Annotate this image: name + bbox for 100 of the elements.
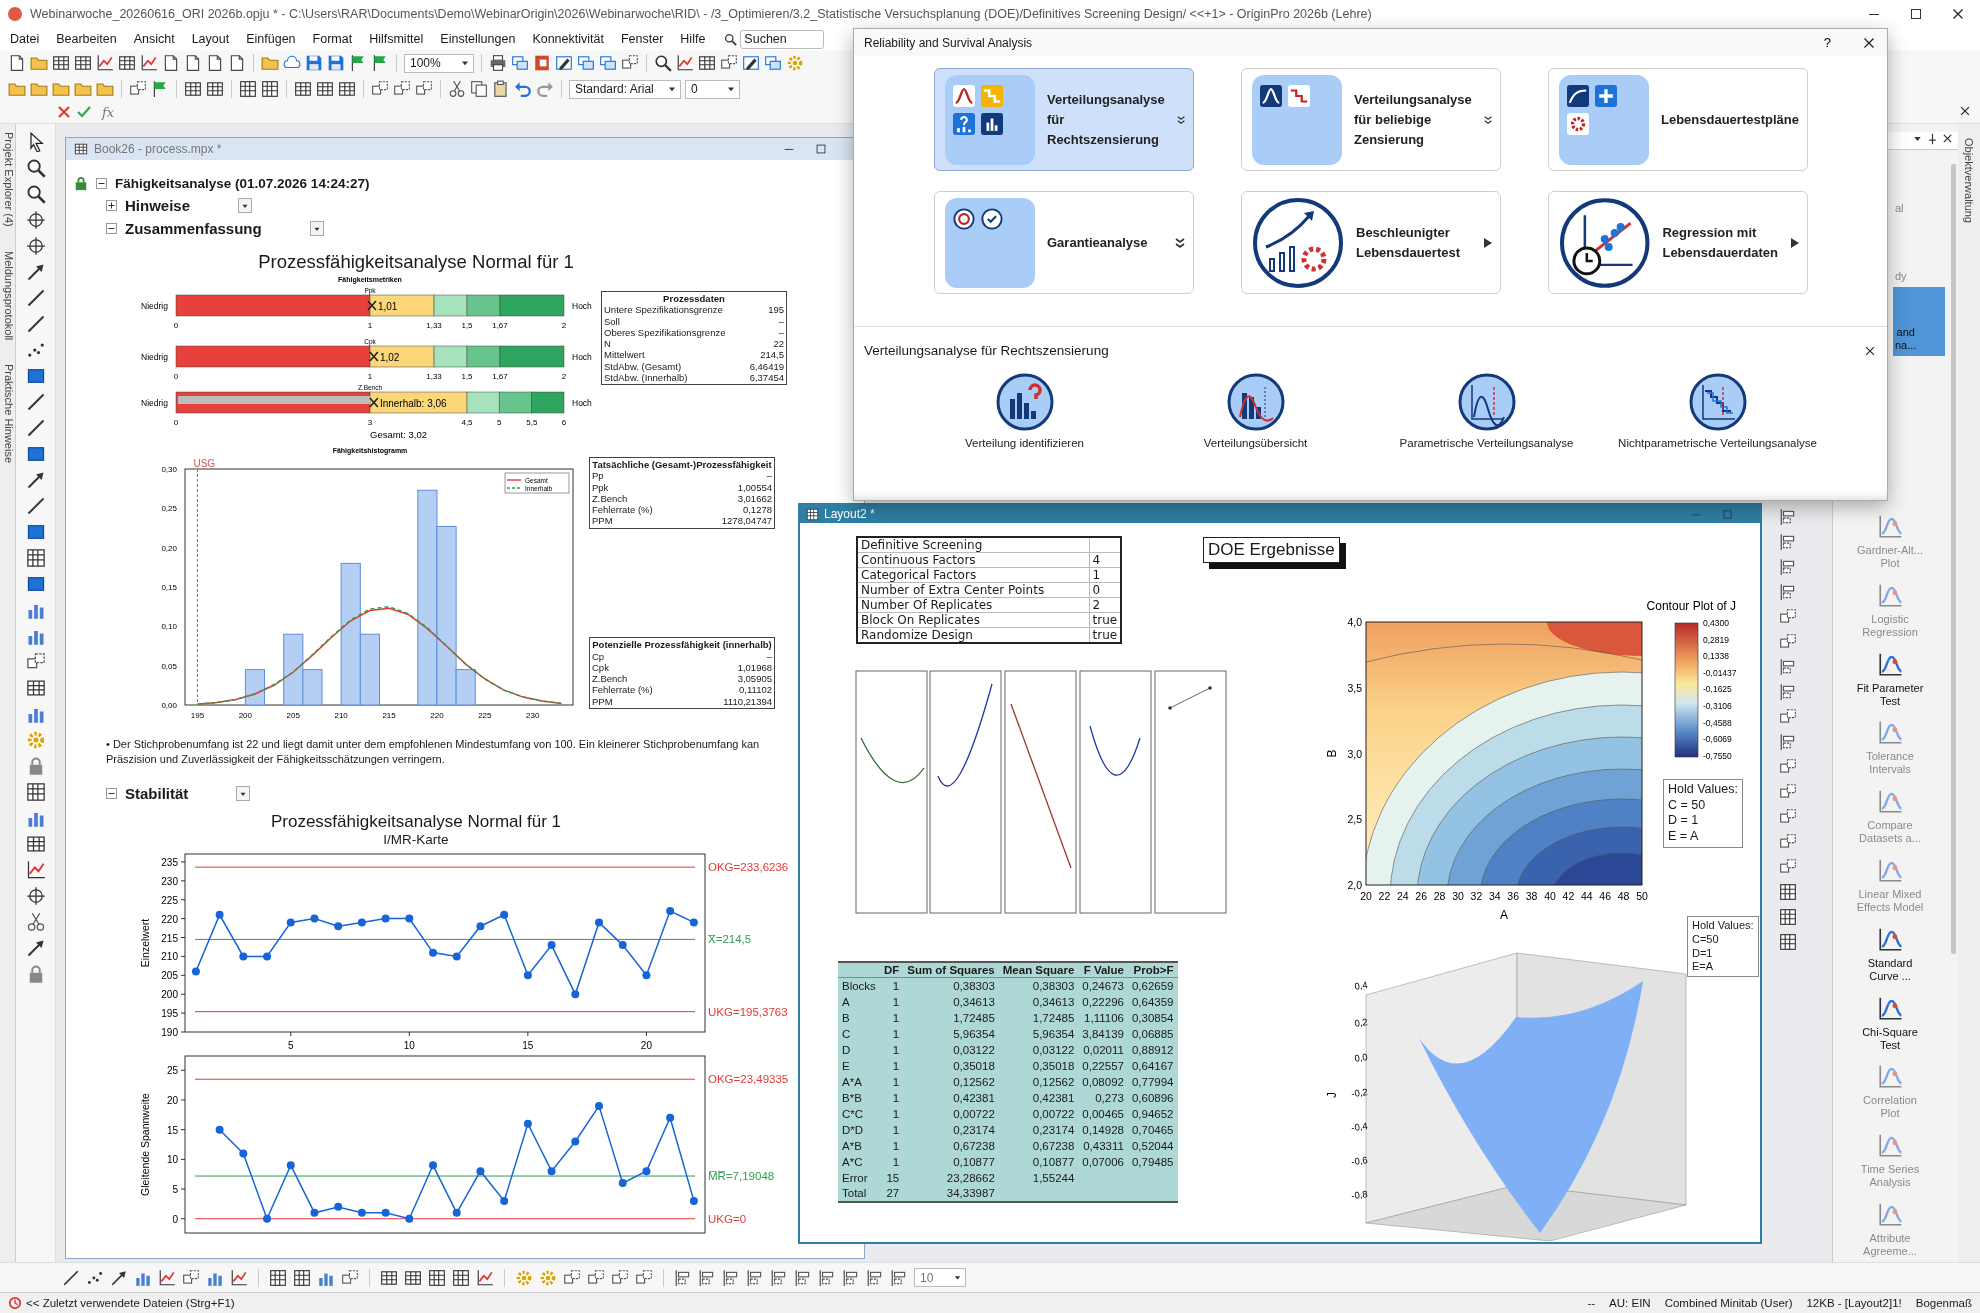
collapse-icon[interactable] — [106, 223, 117, 234]
search-field[interactable]: Suchen — [740, 29, 825, 49]
layers-icon[interactable] — [587, 1268, 605, 1287]
folder-icon[interactable] — [30, 80, 48, 98]
document-icon[interactable] — [8, 54, 26, 72]
redo-icon[interactable] — [536, 80, 554, 98]
align-icon[interactable] — [866, 1268, 884, 1287]
align-icon[interactable] — [1779, 733, 1797, 751]
grid-icon[interactable] — [261, 80, 279, 98]
menu-item[interactable]: Fenster — [620, 32, 664, 46]
arrow-icon[interactable] — [25, 262, 46, 282]
table-icon[interactable] — [698, 54, 716, 72]
menu-item[interactable]: Format — [312, 32, 353, 46]
align-icon[interactable] — [1779, 583, 1797, 601]
menu-item[interactable]: Hilfsmittel — [369, 32, 424, 46]
font-dropdown[interactable]: Standard: Arial — [569, 79, 681, 99]
windows-icon[interactable] — [577, 54, 595, 72]
table-icon[interactable] — [294, 80, 312, 98]
folder-icon[interactable] — [8, 80, 26, 98]
grid-icon[interactable] — [269, 1268, 287, 1287]
align-icon[interactable] — [1779, 558, 1797, 576]
align-icon[interactable] — [818, 1268, 836, 1287]
line-icon[interactable] — [62, 1268, 80, 1287]
save-icon[interactable] — [305, 54, 323, 72]
rectangle-icon[interactable] — [25, 522, 46, 542]
document-icon[interactable] — [184, 54, 202, 72]
font-size-dropdown[interactable]: 0 — [685, 79, 740, 99]
layers-icon[interactable] — [415, 80, 433, 98]
menu-item[interactable]: Konnektivität — [532, 32, 604, 46]
grid-icon[interactable] — [1779, 933, 1797, 951]
table-icon[interactable] — [25, 834, 46, 854]
zoom-icon[interactable] — [25, 184, 46, 204]
close-icon[interactable] — [1941, 132, 1954, 145]
align-icon[interactable] — [698, 1268, 716, 1287]
layers-icon[interactable] — [129, 80, 147, 98]
line-chart-icon[interactable] — [140, 54, 158, 72]
align-icon[interactable] — [1779, 683, 1797, 701]
app-item[interactable]: Chi-Square Test — [1833, 986, 1947, 1056]
align-icon[interactable] — [746, 1268, 764, 1287]
table-icon[interactable] — [316, 80, 334, 98]
cancel-icon[interactable] — [56, 104, 72, 120]
check-icon[interactable] — [76, 104, 92, 120]
layers-icon[interactable] — [1779, 833, 1797, 851]
dropdown-button[interactable] — [236, 786, 251, 801]
arrow-icon[interactable] — [25, 470, 46, 490]
crosshair-icon[interactable] — [25, 886, 46, 906]
layers-icon[interactable] — [720, 54, 738, 72]
table-icon[interactable] — [118, 54, 136, 72]
menu-item[interactable]: Ansicht — [133, 32, 175, 46]
category-tile[interactable]: Garantieanalyse — [934, 191, 1194, 294]
align-icon[interactable] — [770, 1268, 788, 1287]
analysis-item[interactable]: Nichtparametrische Verteilungsanalyse — [1602, 372, 1833, 450]
table-icon[interactable] — [206, 80, 224, 98]
crosshair-icon[interactable] — [25, 236, 46, 256]
expand-icon[interactable] — [106, 200, 117, 211]
document-icon[interactable] — [206, 54, 224, 72]
category-tile[interactable]: Regression mit Lebensdauerdaten — [1548, 191, 1808, 294]
grid-icon[interactable] — [428, 1268, 446, 1287]
crosshair-icon[interactable] — [25, 210, 46, 230]
scissors-icon[interactable] — [25, 912, 46, 932]
expand-icon[interactable] — [1175, 236, 1185, 249]
line-icon[interactable] — [25, 288, 46, 308]
layers-icon[interactable] — [182, 1268, 200, 1287]
app-item[interactable]: Fit Parameter Test — [1833, 642, 1947, 712]
dropdown-button[interactable] — [309, 221, 324, 236]
collapse-icon[interactable] — [106, 788, 117, 799]
align-icon[interactable] — [794, 1268, 812, 1287]
copy-icon[interactable] — [470, 80, 488, 98]
grid-icon[interactable] — [25, 548, 46, 568]
zoom-icon[interactable] — [25, 158, 46, 178]
printer-icon[interactable] — [489, 54, 507, 72]
line-icon[interactable] — [25, 496, 46, 516]
grid-icon[interactable] — [239, 80, 257, 98]
analysis-item[interactable]: Parametrische Verteilungsanalyse — [1371, 372, 1602, 450]
grid-icon[interactable] — [293, 1268, 311, 1287]
menu-item[interactable]: Bearbeiten — [56, 32, 117, 46]
folder-icon[interactable] — [261, 54, 279, 72]
table-icon[interactable] — [184, 80, 202, 98]
scatter-plot-icon[interactable] — [25, 340, 46, 360]
line-chart-icon[interactable] — [676, 54, 694, 72]
layers-icon[interactable] — [1779, 633, 1797, 651]
line-chart-icon[interactable] — [230, 1268, 248, 1287]
document-icon[interactable] — [162, 54, 180, 72]
expand-icon[interactable] — [1483, 113, 1492, 126]
table-icon[interactable] — [74, 54, 92, 72]
align-icon[interactable] — [890, 1268, 908, 1287]
table-icon[interactable] — [25, 678, 46, 698]
line-chart-icon[interactable] — [158, 1268, 176, 1287]
folder-icon[interactable] — [52, 80, 70, 98]
layers-icon[interactable] — [1779, 858, 1797, 876]
zoom-icon[interactable] — [654, 54, 672, 72]
layers-icon[interactable] — [563, 1268, 581, 1287]
layers-icon[interactable] — [371, 80, 389, 98]
line-icon[interactable] — [25, 418, 46, 438]
align-icon[interactable] — [842, 1268, 860, 1287]
expand-icon[interactable] — [1176, 113, 1185, 126]
side-tab[interactable]: Projekt Explorer (4) — [0, 132, 15, 227]
table-icon[interactable] — [338, 80, 356, 98]
scissors-icon[interactable] — [448, 80, 466, 98]
category-tile[interactable]: Verteilungsanalyse für Rechtszensierung — [934, 68, 1194, 171]
